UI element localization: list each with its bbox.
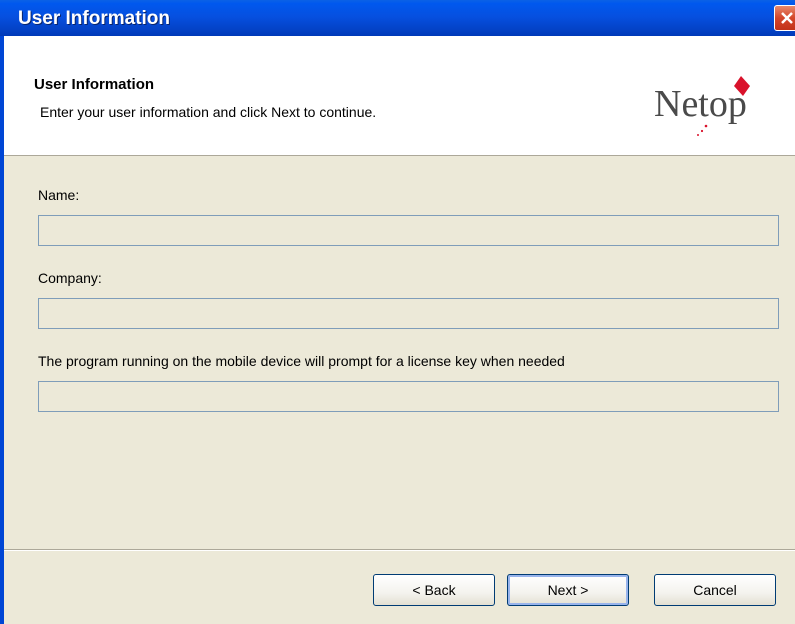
title-bar[interactable]: User Information [0, 0, 795, 36]
wizard-header: User Information Enter your user informa… [4, 36, 795, 156]
company-label: Company: [38, 270, 102, 286]
logo-diamond-icon [697, 76, 750, 136]
footer-divider [4, 549, 795, 551]
header-title: User Information [34, 76, 155, 93]
next-button[interactable]: Next > [507, 574, 629, 606]
close-button[interactable] [774, 5, 795, 31]
name-label: Name: [38, 187, 80, 203]
back-button[interactable]: < Back [373, 574, 495, 606]
netop-logo: Netop [654, 76, 764, 146]
window-title: User Information [18, 8, 171, 29]
license-key-field[interactable] [38, 381, 779, 412]
cancel-button[interactable]: Cancel [654, 574, 776, 606]
license-label: The program running on the mobile device… [38, 353, 565, 369]
close-icon [781, 12, 793, 24]
name-field[interactable] [38, 215, 779, 246]
company-field[interactable] [38, 298, 779, 329]
header-subtitle: Enter your user information and click Ne… [40, 104, 377, 120]
